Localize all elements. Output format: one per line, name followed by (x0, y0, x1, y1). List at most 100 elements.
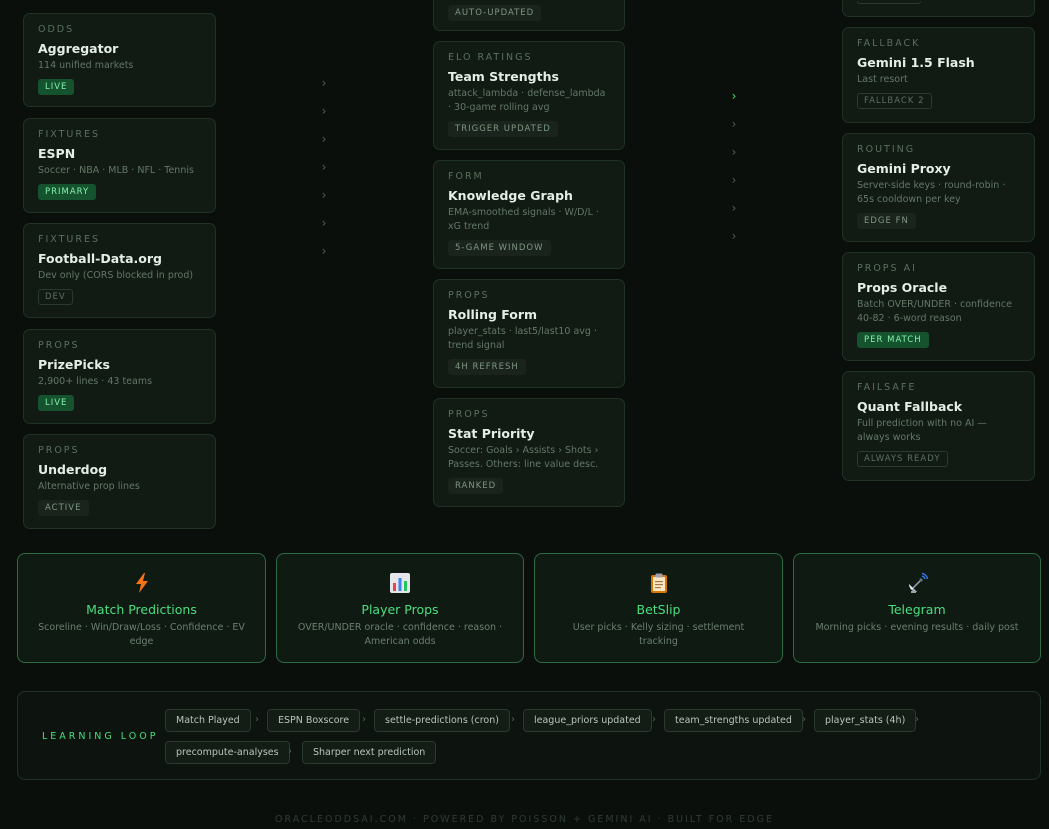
satellite-icon (906, 572, 929, 594)
status-badge: ACTIVE (38, 500, 89, 516)
card-category: FIXTURES (38, 234, 100, 245)
flow-arrow-icon: › (731, 89, 737, 103)
card-title: Football-Data.org (38, 251, 162, 266)
ai-card-props-oracle: PROPS AI Props Oracle Batch OVER/UNDER ·… (842, 252, 1035, 361)
card-title: ESPN (38, 146, 76, 161)
card-title: Underdog (38, 462, 108, 477)
card-title: Quant Fallback (857, 399, 963, 414)
output-description: Scoreline · Win/Draw/Loss · Confidence ·… (38, 622, 245, 647)
card-description: 2,900+ lines · 43 teams (38, 376, 153, 387)
card-category: FORM (448, 171, 484, 182)
loop-arrow-icon: › (511, 714, 515, 725)
card-description: Dev only (CORS blocked in prod) (38, 270, 194, 281)
source-card-underdog: PROPS Underdog Alternative prop lines AC… (23, 434, 216, 529)
flow-arrow-icon: › (321, 104, 327, 118)
flow-arrow-icon: › (731, 173, 737, 187)
status-badge: 4H REFRESH (448, 359, 526, 375)
source-card-prizepicks: PROPS PrizePicks 2,900+ lines · 43 teams… (23, 329, 216, 424)
status-badge: LIVE (38, 79, 75, 95)
card-description: attack_lambda · defense_lambda · 30-game… (448, 88, 606, 113)
lightning-icon (131, 572, 153, 594)
card-category: PROPS (38, 340, 80, 351)
output-card-betslip: BetSlip User picks · Kelly sizing · sett… (534, 553, 783, 663)
learning-loop-label: LEARNING LOOP (42, 731, 159, 742)
source-card-odds-aggregator: ODDS Aggregator 114 unified markets LIVE (23, 13, 216, 107)
loop-arrow-icon: › (652, 714, 656, 725)
card-title: Gemini Proxy (857, 161, 951, 176)
card-category: ODDS (38, 24, 75, 35)
status-badge: EDGE FN (857, 213, 916, 229)
card-category: FAILSAFE (857, 382, 917, 393)
status-badge: ALWAYS READY (857, 451, 948, 467)
flow-arrow-icon: › (731, 145, 737, 159)
bar-chart-icon (389, 572, 411, 594)
learning-loop-panel: LEARNING LOOP Match Played › ESPN Boxsco… (17, 691, 1041, 780)
loop-step-chip: Sharper next prediction (302, 741, 437, 764)
card-description: Full prediction with no AI — always work… (857, 418, 987, 443)
card-description: Server-side keys · round-robin · 65s coo… (857, 180, 1006, 205)
flow-arrow-icon: › (321, 132, 327, 146)
output-title: Match Predictions (86, 602, 197, 617)
flow-arrow-icon: › (321, 244, 327, 258)
loop-step-chip: ESPN Boxscore (267, 709, 361, 732)
model-card-stat-priority: PROPS Stat Priority Soccer: Goals › Assi… (433, 398, 625, 507)
card-title: Gemini 1.5 Flash (857, 55, 975, 70)
loop-step-chip: player_stats (4h) (814, 709, 917, 732)
card-description: Soccer: Goals › Assists › Shots › Passes… (448, 445, 599, 470)
model-card-rolling-form: PROPS Rolling Form player_stats · last5/… (433, 279, 625, 388)
status-badge: FALLBACK 2 (857, 93, 932, 109)
card-description: 114 unified markets (38, 60, 134, 71)
card-description: Soccer · NBA · MLB · NFL · Tennis (38, 165, 194, 176)
card-description: Last resort (857, 74, 908, 85)
flow-arrow-icon: › (731, 229, 737, 243)
output-title: Player Props (361, 602, 439, 617)
card-category: FALLBACK (857, 38, 921, 49)
status-badge: PER MATCH (857, 332, 929, 348)
card-category: PROPS (38, 445, 80, 456)
loop-arrow-icon: › (288, 746, 292, 757)
card-category: FIXTURES (38, 129, 100, 140)
card-category: ELO RATINGS (448, 52, 533, 63)
card-category: PROPS (448, 290, 490, 301)
status-badge: TRIGGER UPDATED (448, 121, 558, 137)
card-title: Aggregator (38, 41, 119, 56)
flow-arrow-icon: › (321, 216, 327, 230)
loop-step-chip: settle-predictions (cron) (374, 709, 510, 732)
status-badge: LIVE (38, 395, 75, 411)
card-title: Props Oracle (857, 280, 948, 295)
card-title: PrizePicks (38, 357, 110, 372)
ai-card-quant-fallback: FAILSAFE Quant Fallback Full prediction … (842, 371, 1035, 481)
source-card-espn: FIXTURES ESPN Soccer · NBA · MLB · NFL ·… (23, 118, 216, 213)
loop-step-chip: Match Played (165, 709, 251, 732)
clipboard-icon (648, 572, 670, 594)
loop-arrow-icon: › (915, 714, 919, 725)
card-title: Rolling Form (448, 307, 538, 322)
flow-arrow-icon: › (321, 160, 327, 174)
status-badge: RANKED (448, 478, 504, 494)
loop-arrow-icon: › (362, 714, 366, 725)
status-badge: PRIMARY (38, 184, 97, 200)
partial-badge-decoration (857, 1, 921, 4)
ai-card-gemini-proxy: ROUTING Gemini Proxy Server-side keys · … (842, 133, 1035, 242)
card-title: Team Strengths (448, 69, 559, 84)
ai-card-gemini-flash: FALLBACK Gemini 1.5 Flash Last resort FA… (842, 27, 1035, 123)
flow-arrow-icon: › (731, 201, 737, 215)
flow-arrow-icon: › (731, 117, 737, 131)
output-card-telegram: Telegram Morning picks · evening results… (793, 553, 1041, 663)
loop-step-chip: precompute-analyses (165, 741, 290, 764)
output-title: Telegram (888, 602, 946, 617)
card-description: Batch OVER/UNDER · confidence 40-82 · 6-… (857, 299, 1012, 324)
model-card-top-partial: AUTO-UPDATED (433, 0, 625, 31)
output-description: User picks · Kelly sizing · settlement t… (572, 622, 745, 647)
loop-arrow-icon: › (255, 714, 259, 725)
card-category: PROPS (448, 409, 490, 420)
ai-card-top-partial (842, 0, 1035, 17)
card-title: Stat Priority (448, 426, 535, 441)
output-card-player-props: Player Props OVER/UNDER oracle · confide… (276, 553, 524, 663)
card-description: Alternative prop lines (38, 481, 140, 492)
status-badge: DEV (38, 289, 73, 305)
card-category: ROUTING (857, 144, 916, 155)
loop-step-chip: team_strengths updated (664, 709, 803, 732)
loop-step-chip: league_priors updated (523, 709, 652, 732)
model-card-knowledge-graph: FORM Knowledge Graph EMA-smoothed signal… (433, 160, 625, 269)
